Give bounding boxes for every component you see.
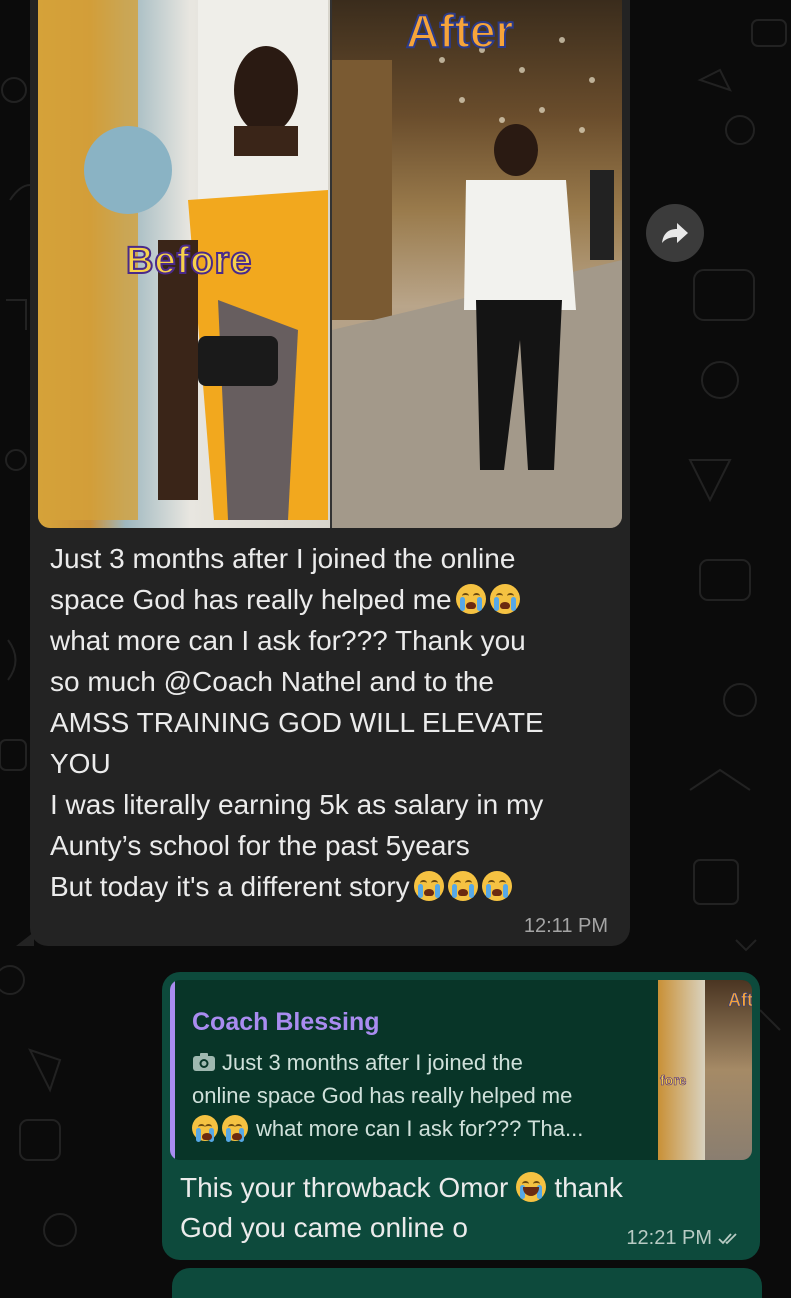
after-label: After — [405, 4, 514, 58]
forward-button[interactable] — [646, 204, 704, 262]
before-after-photo[interactable]: Before After — [38, 0, 622, 528]
quoted-author: Coach Blessing — [192, 1008, 380, 1036]
message-line: so much @Coach Nathel and to the — [50, 666, 495, 697]
message-line: Just 3 months after I joined the online — [50, 543, 516, 574]
thumbnail-after-label: Aft — [728, 990, 752, 1011]
loudly-crying-face-icon — [481, 871, 512, 901]
quoted-line-text: Just 3 months after I joined the — [222, 1050, 523, 1075]
double-check-icon — [718, 1232, 737, 1244]
message-line: AMSS TRAINING GOD WILL ELEVATE — [50, 707, 544, 738]
message-line-text: This your throwback Omor — [180, 1172, 509, 1203]
quote-accent-bar — [170, 980, 175, 1160]
thumbnail-before — [658, 980, 705, 1160]
quoted-line: online space God has really helped me — [192, 1083, 573, 1108]
message-status: 12:21 PM — [626, 1227, 742, 1250]
bubble-tail — [16, 932, 34, 946]
quoted-line: Just 3 months after I joined the — [192, 1046, 652, 1079]
quoted-message[interactable]: Coach Blessing Just 3 months after I joi… — [170, 980, 752, 1160]
incoming-message-text: Just 3 months after I joined the online … — [50, 538, 620, 907]
loudly-crying-face-icon — [489, 584, 520, 614]
message-line: Aunty’s school for the past 5years — [50, 830, 470, 861]
loudly-crying-face-icon — [455, 584, 486, 614]
message-line-text: But today it's a different story — [50, 871, 410, 902]
message-line: what more can I ask for??? Thank you — [50, 625, 526, 656]
message-timestamp: 12:11 PM — [523, 915, 608, 937]
after-photo: After — [332, 0, 622, 528]
loudly-crying-face-icon — [222, 1115, 248, 1142]
message-line-text: thank — [554, 1172, 623, 1203]
message-line: YOU — [50, 748, 111, 779]
before-photo: Before — [38, 0, 330, 528]
incoming-message-bubble[interactable]: Before After Just 3 months after I joine… — [16, 0, 630, 946]
message-line: This your throwback Omor thank — [180, 1168, 740, 1208]
loudly-crying-face-icon — [192, 1115, 218, 1142]
camera-icon — [193, 1053, 215, 1071]
quoted-image-thumbnail: fore Aft — [658, 980, 752, 1160]
message-timestamp: 12:21 PM — [626, 1227, 712, 1249]
loudly-crying-face-icon — [447, 871, 478, 901]
outgoing-message-bubble[interactable]: Coach Blessing Just 3 months after I joi… — [162, 972, 760, 1260]
next-message-bubble[interactable] — [172, 1268, 762, 1298]
before-label: Before — [125, 239, 253, 283]
forward-arrow-icon — [662, 223, 688, 243]
quoted-line: what more can I ask for??? Tha... — [192, 1112, 652, 1145]
message-line: space God has really helped me — [50, 579, 620, 620]
tears-of-joy-icon — [516, 1172, 547, 1202]
message-line: I was literally earning 5k as salary in … — [50, 789, 544, 820]
quoted-line-text: what more can I ask for??? Tha... — [256, 1116, 584, 1141]
quoted-text: Just 3 months after I joined the online … — [192, 1046, 652, 1145]
thumbnail-before-label: fore — [660, 1072, 687, 1089]
loudly-crying-face-icon — [413, 871, 444, 901]
message-line-text: space God has really helped me — [50, 584, 452, 615]
message-line: But today it's a different story — [50, 866, 620, 907]
after-person-illustration — [332, 37, 622, 528]
